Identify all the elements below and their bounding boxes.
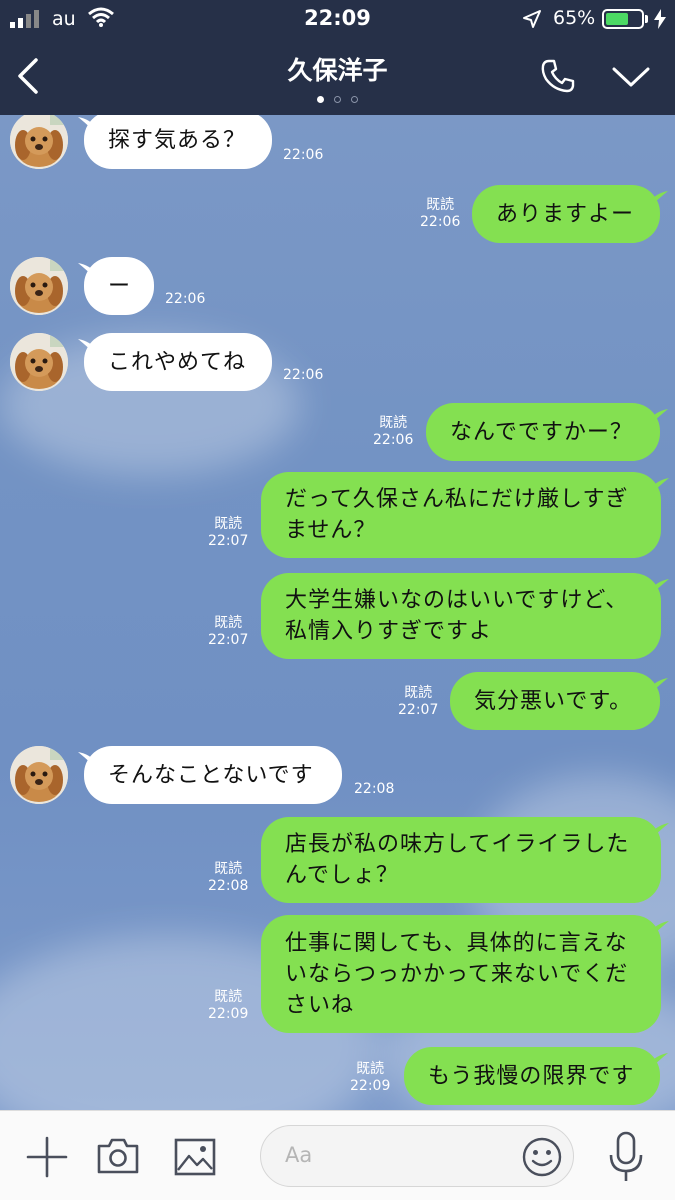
message-time: 22:09 bbox=[208, 1006, 249, 1022]
input-bar: Aa bbox=[0, 1110, 675, 1200]
outgoing-message[interactable]: 気分悪いです。 bbox=[450, 672, 660, 730]
read-receipt: 既読 bbox=[404, 685, 433, 701]
message-meta: 22:08 bbox=[354, 781, 394, 798]
outgoing-message[interactable]: もう我慢の限界です bbox=[404, 1047, 660, 1105]
phone-icon[interactable] bbox=[540, 58, 576, 94]
battery-percent: 65% bbox=[553, 7, 596, 29]
page-dot bbox=[317, 96, 324, 103]
message-text: んでしょ？ bbox=[285, 863, 399, 888]
message-text: なんでですかー？ bbox=[450, 419, 633, 445]
message-text: だって久保さん私にだけ厳しすぎ bbox=[285, 487, 629, 512]
incoming-message[interactable]: そんなことないです bbox=[84, 746, 342, 804]
incoming-message[interactable]: ー bbox=[84, 257, 154, 315]
message-text: 大学生嫌いなのはいいですけど、 bbox=[285, 588, 629, 613]
read-receipt: 既読 bbox=[426, 197, 455, 213]
message-text: 仕事に関しても、具体的に言えな bbox=[285, 930, 628, 956]
message-text: 探す気ある？ bbox=[108, 127, 247, 153]
microphone-icon[interactable] bbox=[608, 1131, 644, 1185]
charging-bolt-icon bbox=[654, 9, 666, 29]
message-meta: 既読 22:06 bbox=[373, 415, 413, 449]
message-time: 22:06 bbox=[165, 291, 206, 307]
message-time: 22:06 bbox=[420, 214, 461, 230]
plus-icon[interactable] bbox=[26, 1136, 68, 1178]
message-time: 22:06 bbox=[373, 432, 414, 448]
read-receipt: 既読 bbox=[214, 516, 243, 532]
contact-avatar[interactable] bbox=[10, 746, 68, 804]
image-icon[interactable] bbox=[174, 1138, 216, 1176]
read-receipt: 既読 bbox=[356, 1061, 385, 1077]
page-dot bbox=[351, 96, 358, 103]
incoming-message[interactable]: これやめてね bbox=[84, 333, 272, 391]
message-meta: 既読 22:09 bbox=[350, 1061, 390, 1095]
message-time: 22:09 bbox=[350, 1078, 391, 1094]
outgoing-message[interactable]: 大学生嫌いなのはいいですけど、 私情入りすぎですよ bbox=[261, 573, 661, 659]
contact-avatar[interactable] bbox=[10, 333, 68, 391]
read-receipt: 既読 bbox=[214, 989, 243, 1005]
message-meta: 既読 22:09 bbox=[208, 989, 248, 1023]
message-text: 気分悪いです。 bbox=[474, 688, 633, 714]
read-receipt: 既読 bbox=[214, 861, 243, 877]
camera-icon[interactable] bbox=[96, 1137, 140, 1175]
message-time: 22:07 bbox=[208, 533, 249, 549]
battery-icon bbox=[602, 9, 644, 29]
battery-level bbox=[606, 13, 629, 25]
message-text: ありますよー bbox=[496, 201, 635, 227]
message-text: もう我慢の限界です bbox=[428, 1063, 635, 1089]
message-meta: 22:06 bbox=[165, 291, 205, 308]
read-receipt: 既読 bbox=[379, 415, 408, 431]
message-input-placeholder: Aa bbox=[285, 1143, 313, 1167]
message-list[interactable]: 探す気ある？ 22:06 ありますよー 既読 22:06 ー 22:06 これやめてね 22… bbox=[0, 115, 675, 1110]
message-time: 22:06 bbox=[283, 367, 324, 383]
emoji-icon[interactable] bbox=[521, 1136, 563, 1178]
location-arrow-icon bbox=[523, 10, 541, 28]
message-input[interactable]: Aa bbox=[260, 1125, 574, 1187]
message-meta: 22:06 bbox=[283, 367, 323, 384]
contact-avatar[interactable] bbox=[10, 257, 68, 315]
battery-nub bbox=[645, 15, 648, 23]
message-text: さいね bbox=[285, 992, 355, 1018]
read-receipt: 既読 bbox=[214, 615, 243, 631]
message-text: これやめてね bbox=[108, 349, 247, 375]
chevron-down-icon[interactable] bbox=[612, 66, 650, 88]
page-indicator bbox=[0, 96, 675, 103]
message-time: 22:06 bbox=[283, 147, 324, 163]
message-meta: 既読 22:07 bbox=[398, 685, 438, 719]
message-meta: 22:06 bbox=[283, 147, 323, 164]
incoming-message[interactable]: 探す気ある？ bbox=[84, 115, 272, 169]
message-meta: 既読 22:07 bbox=[208, 615, 248, 649]
message-text: ません？ bbox=[285, 518, 377, 543]
message-text: いならつっかかって来ないでくだ bbox=[285, 961, 629, 987]
outgoing-message[interactable]: 店長が私の味方してイライラした んでしょ？ bbox=[261, 817, 661, 903]
message-text: 店長が私の味方してイライラした bbox=[285, 832, 630, 857]
message-time: 22:08 bbox=[208, 878, 249, 894]
message-text: そんなことないです bbox=[108, 762, 314, 788]
message-meta: 既読 22:08 bbox=[208, 861, 248, 895]
message-meta: 既読 22:07 bbox=[208, 516, 248, 550]
message-meta: 既読 22:06 bbox=[420, 197, 460, 231]
outgoing-message[interactable]: だって久保さん私にだけ厳しすぎ ません？ bbox=[261, 472, 661, 558]
contact-avatar[interactable] bbox=[10, 115, 68, 169]
message-time: 22:07 bbox=[208, 632, 249, 648]
outgoing-message[interactable]: ありますよー bbox=[472, 185, 660, 243]
message-text: ー bbox=[108, 273, 132, 299]
status-bar: au 22:09 65% bbox=[0, 0, 675, 38]
chat-header: 久保洋子 bbox=[0, 38, 675, 115]
outgoing-message[interactable]: 仕事に関しても、具体的に言えな いならつっかかって来ないでくだ さいね bbox=[261, 915, 661, 1033]
message-time: 22:08 bbox=[354, 781, 395, 797]
message-time: 22:07 bbox=[398, 702, 439, 718]
outgoing-message[interactable]: なんでですかー？ bbox=[426, 403, 660, 461]
message-text: 私情入りすぎですよ bbox=[285, 619, 493, 644]
page-dot bbox=[334, 96, 341, 103]
